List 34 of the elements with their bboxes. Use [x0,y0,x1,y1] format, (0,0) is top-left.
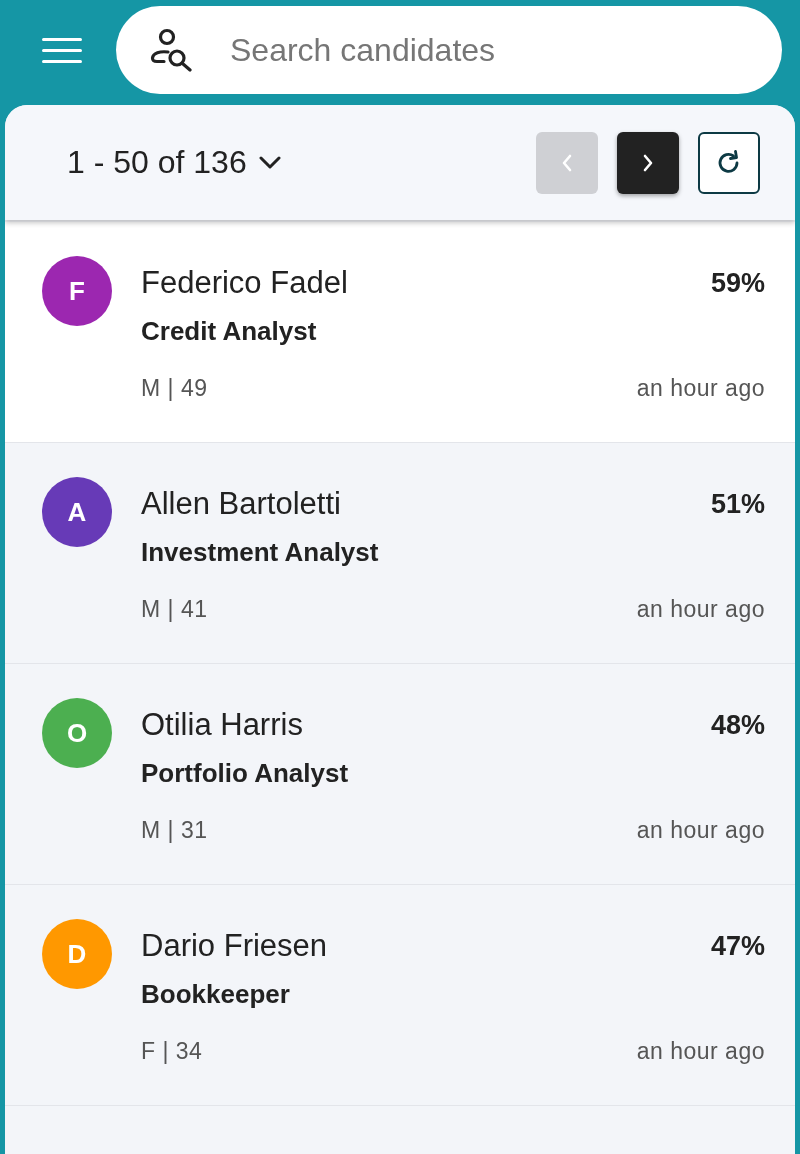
avatar: D [42,919,112,989]
job-title: Portfolio Analyst [141,757,349,790]
match-score: 48% [710,709,765,742]
chevron-down-icon [258,156,281,169]
match-score: 59% [710,267,765,300]
timestamp: an hour ago [636,595,765,624]
refresh-button[interactable] [698,131,760,194]
job-title: Investment Analyst [141,536,379,569]
candidate-row[interactable]: F Federico Fadel 59% Credit Analyst M | 49 an hour ago [5,222,795,443]
timestamp: an hour ago [636,1037,765,1066]
chevron-left-icon [562,153,572,172]
search-field[interactable]: Search candidates [116,6,782,94]
next-page-button[interactable] [617,131,679,194]
range-dropdown[interactable]: 1 - 50 of 136 [61,140,287,185]
gender-age: M | 31 [141,816,209,845]
chevron-right-icon [643,153,653,172]
timestamp: an hour ago [636,816,765,845]
avatar: O [42,698,112,768]
job-title: Bookkeeper [141,978,291,1011]
timestamp: an hour ago [636,374,765,403]
menu-icon [42,37,82,63]
candidate-name: Otilia Harris [141,707,304,743]
gender-age: M | 41 [141,595,209,624]
candidate-name: Dario Friesen [141,928,328,964]
person-search-icon [150,28,194,72]
candidate-name: Allen Bartoletti [141,486,342,522]
gender-age: M | 49 [141,374,209,403]
avatar: F [42,256,112,326]
match-score: 51% [710,488,765,521]
job-title: Credit Analyst [141,315,318,348]
gender-age: F | 34 [141,1037,204,1066]
match-score: 47% [710,930,765,963]
avatar: A [42,477,112,547]
candidate-name: Federico Fadel [141,265,348,301]
